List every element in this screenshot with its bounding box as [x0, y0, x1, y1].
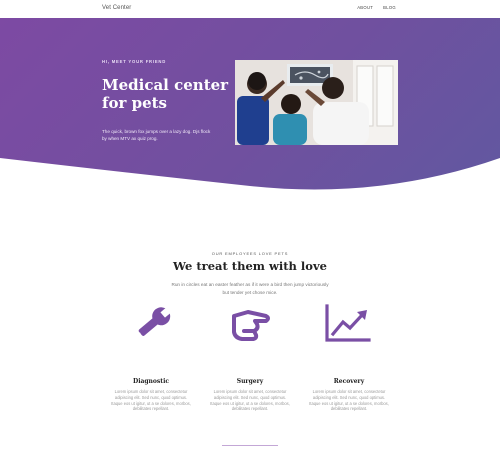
nav-link-about[interactable]: ABOUT	[357, 5, 373, 10]
hero-title-line-1: Medical center	[102, 76, 229, 94]
page: Vet Center ABOUT BLOG HI, MEET YOUR FRIE…	[0, 0, 500, 450]
feature-title-recovery: Recovery	[333, 378, 365, 385]
hero-title: Medical center for pets	[102, 76, 232, 112]
vets-examining-xray-image	[235, 60, 398, 145]
hero-wave-divider	[0, 158, 500, 193]
section-title: We treat them with love	[173, 259, 327, 273]
wrench-icon	[128, 304, 176, 344]
feature-text-surgery: Lorem ipsum dolor sit amet, consectetur …	[210, 389, 290, 412]
feature-title-surgery: Surgery	[236, 378, 264, 385]
top-nav: Vet Center ABOUT BLOG	[0, 0, 500, 18]
trend-up-icon	[323, 304, 371, 344]
nav-links: ABOUT BLOG	[357, 5, 396, 10]
hero-eyebrow: HI, MEET YOUR FRIEND	[102, 59, 167, 64]
pointing-hand-icon	[226, 304, 274, 344]
hero-section: HI, MEET YOUR FRIEND Medical center for …	[0, 18, 500, 193]
hero-text: The quick, brown fox jumps over a lazy d…	[102, 129, 211, 141]
section-divider	[222, 445, 278, 446]
feature-title-diagnostic: Diagnostic	[132, 378, 169, 385]
brand-logo[interactable]: Vet Center	[102, 5, 131, 11]
feature-text-diagnostic: Lorem ipsum dolor sit amet, consectetur …	[111, 389, 191, 412]
nav-link-blog[interactable]: BLOG	[383, 5, 396, 10]
section-text: Run in circles eat an easter feather as …	[171, 282, 329, 295]
section-eyebrow: OUR EMPLOYEES LOVE PETS	[211, 251, 289, 256]
hero-photo	[235, 60, 398, 145]
feature-text-recovery: Lorem ipsum dolor sit amet, consectetur …	[309, 389, 389, 412]
hero-title-line-2: for pets	[102, 94, 167, 112]
